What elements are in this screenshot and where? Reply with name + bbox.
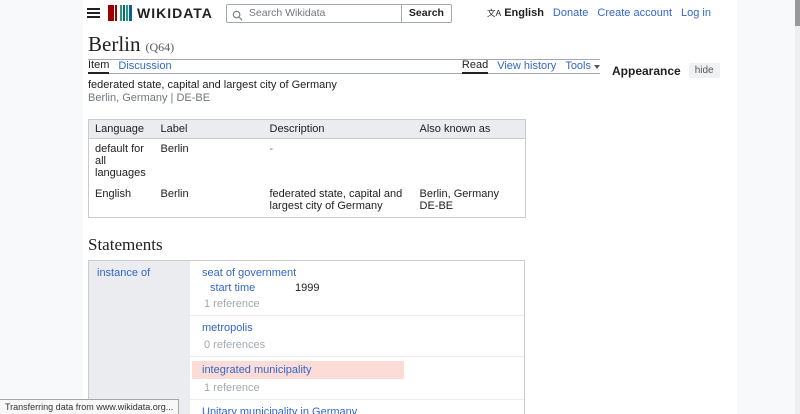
tab-view-history[interactable]: View history <box>497 60 556 73</box>
references-toggle[interactable]: 1 reference <box>202 297 512 311</box>
search-box: Search <box>226 4 452 23</box>
wikidata-logo[interactable]: WIKIDATA <box>108 5 213 21</box>
alias: DE-BE <box>420 200 520 212</box>
language-label: English <box>504 7 544 19</box>
col-header-also-known-as: Also known as <box>414 120 526 139</box>
search-icon <box>232 8 243 26</box>
statement-value-link[interactable]: seat of government <box>202 267 296 279</box>
qualifier-row: start time1999 <box>210 282 512 295</box>
status-tooltip: Transferring data from www.wikidata.org.… <box>0 399 179 414</box>
wikidata-logo-text: WIKIDATA <box>137 5 213 21</box>
terms-cell-language: English <box>89 184 155 218</box>
search-button[interactable]: Search <box>401 4 452 23</box>
tab-read[interactable]: Read <box>462 59 488 74</box>
search-input[interactable] <box>226 4 402 23</box>
tools-dropdown[interactable]: Tools <box>565 60 600 73</box>
statement-value-row: integrated municipality <box>192 361 404 379</box>
statement: Unitary municipality in Germany1 referen… <box>190 399 524 414</box>
appearance-label: Appearance <box>612 64 681 78</box>
wikidata-logo-icon <box>108 5 132 21</box>
page-body: Berlin (Q64) Item Discussion Read View hi… <box>83 34 737 414</box>
terms-cell-aliases <box>414 139 526 185</box>
page-title-block: Berlin (Q64) <box>88 34 600 60</box>
tabs-right: Read View history Tools <box>462 59 600 73</box>
scrollbar[interactable] <box>795 0 800 414</box>
login-link[interactable]: Log in <box>681 7 711 19</box>
statements-heading: Statements <box>88 235 600 255</box>
terms-table-row: default for all languagesBerlin- <box>89 139 526 185</box>
property-link[interactable]: instance of <box>97 267 150 279</box>
site-header: WIKIDATA Search 文A English Donate Create… <box>83 0 737 26</box>
terms-cell-aliases: Berlin, GermanyDE-BE <box>414 184 526 218</box>
col-header-label: Label <box>155 120 264 139</box>
tab-discussion[interactable]: Discussion <box>118 60 171 73</box>
qualifier-property-link[interactable]: start time <box>210 282 295 295</box>
entity-id: (Q64) <box>146 40 175 54</box>
statement-value-row: metropolis <box>202 320 512 336</box>
donate-link[interactable]: Donate <box>553 7 588 19</box>
terms-cell-label: Berlin <box>155 184 264 218</box>
statement-group: instance of seat of government start time… <box>88 260 525 414</box>
menu-icon[interactable] <box>87 6 100 20</box>
terms-cell-description: - <box>264 139 414 185</box>
scrollbar-thumb[interactable] <box>795 0 800 26</box>
statement-value-link[interactable]: metropolis <box>202 322 253 334</box>
terms-cell-description: federated state, capital and largest cit… <box>264 184 414 218</box>
alias: Berlin, Germany <box>420 188 520 200</box>
statement-value-row: Unitary municipality in Germany <box>202 404 512 414</box>
language-selector[interactable]: 文A English <box>487 7 544 19</box>
statement: metropolis 0 references <box>190 315 524 356</box>
language-icon: 文A <box>487 7 501 19</box>
tabs-row: Item Discussion Read View history Tools <box>88 60 600 74</box>
appearance-panel: Appearance hide <box>612 63 720 78</box>
terms-table: Language Label Description Also known as… <box>88 119 526 218</box>
appearance-hide-button[interactable]: hide <box>689 63 720 78</box>
description-text: federated state, capital and largest cit… <box>88 79 600 91</box>
terms-cell-label: Berlin <box>155 139 264 185</box>
references-toggle[interactable]: 0 references <box>202 338 512 352</box>
col-header-description: Description <box>264 120 414 139</box>
page-title: Berlin <box>88 32 141 56</box>
statement-property-cell: instance of <box>89 261 190 414</box>
create-account-link[interactable]: Create account <box>597 7 672 19</box>
terms-cell-language: default for all languages <box>89 139 155 185</box>
references-toggle[interactable]: 1 reference <box>202 381 512 395</box>
statement-values: seat of government start time1999 1 refere… <box>190 261 524 414</box>
page: WIKIDATA Search 文A English Donate Create… <box>83 0 737 414</box>
article: Berlin (Q64) Item Discussion Read View hi… <box>88 34 600 414</box>
chevron-down-icon <box>594 65 600 69</box>
tab-item[interactable]: Item <box>88 59 109 74</box>
qualifier-value: 1999 <box>295 282 319 295</box>
description-aliases: Berlin, Germany | DE-BE <box>88 92 600 104</box>
entity-description: federated state, capital and largest cit… <box>88 79 600 104</box>
col-header-language: Language <box>89 120 155 139</box>
statement: integrated municipality 1 reference <box>190 356 524 399</box>
statement-value-link[interactable]: integrated municipality <box>202 364 311 376</box>
statement: seat of government start time1999 1 refere… <box>190 261 524 315</box>
header-user-links: 文A English Donate Create account Log in <box>487 7 711 19</box>
browser-viewport: WIKIDATA Search 文A English Donate Create… <box>0 0 800 414</box>
statement-value-link[interactable]: Unitary municipality in Germany <box>202 406 357 414</box>
terms-table-header-row: Language Label Description Also known as <box>89 120 526 139</box>
statement-value-row: seat of government <box>202 265 512 281</box>
terms-table-row: EnglishBerlinfederated state, capital an… <box>89 184 526 218</box>
